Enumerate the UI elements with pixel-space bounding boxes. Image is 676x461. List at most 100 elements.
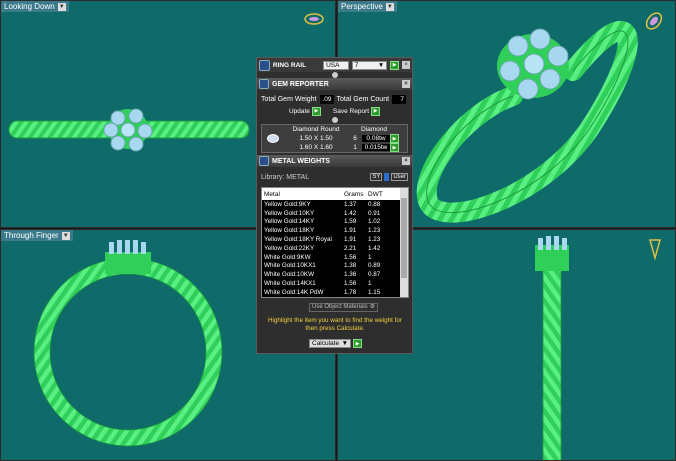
region-value: USA <box>326 61 340 69</box>
select-row-button[interactable]: ▶ <box>390 134 399 143</box>
ring-rail-panel[interactable]: RING RAIL USA 7 ▼ ▶ × GEM REPORTER × Tota… <box>256 57 413 354</box>
calculate-button[interactable]: ▶ <box>353 339 362 348</box>
calculate-hint: Highlight the item you want to find the … <box>267 317 403 332</box>
ring-gizmo-icon[interactable] <box>644 10 665 32</box>
metal-grams-cell: 1.91 <box>344 227 357 235</box>
gem-setting <box>105 240 151 274</box>
gem-count: 6 <box>353 135 357 142</box>
calculate-control[interactable]: Calculate ▼ ▶ <box>309 339 362 348</box>
metal-dwt-cell: 1.23 <box>368 227 381 235</box>
metal-dwt-cell: 0.89 <box>368 262 381 270</box>
metal-row[interactable]: White Gold:10KW 1.36 0.87 <box>262 270 408 279</box>
metal-grams-cell: 1.38 <box>344 262 357 270</box>
play-icon: ▶ <box>311 106 321 116</box>
gem-cluster <box>103 108 153 152</box>
metal-weights-header: METAL WEIGHTS × <box>257 155 412 167</box>
gem-size: 1.60 X 1.60 <box>299 144 333 151</box>
save-report-button[interactable]: Save Report ▶ <box>333 106 381 116</box>
metal-dwt-cell: 1.15 <box>368 288 381 296</box>
metal-grams-cell: 1.42 <box>344 209 357 217</box>
metal-grams-cell: 1.91 <box>344 236 357 244</box>
use-object-materials-label: Use Object Materials <box>312 304 368 310</box>
toggle-indicator <box>384 173 390 181</box>
metal-table-body: Yellow Gold:9KY 1.37 0.88 Yellow Gold:10KY 1… <box>262 200 408 297</box>
metal-dwt-cell: 0.87 <box>368 271 381 279</box>
metal-grams-cell: 2.21 <box>344 244 357 252</box>
metal-row[interactable]: Yellow Gold:18KY 1.91 1.23 <box>262 226 408 235</box>
grams-header[interactable]: Grams <box>342 191 365 198</box>
metal-row[interactable]: Yellow Gold:10KY 1.42 0.91 <box>262 209 408 218</box>
calculate-select[interactable]: Calculate ▼ <box>309 339 351 348</box>
metal-grams-cell: 1.78 <box>344 288 357 296</box>
metal-row[interactable]: White Gold:14KX1 1.56 1 <box>262 279 408 288</box>
scrollbar-thumb[interactable] <box>401 198 407 278</box>
ring-size-select[interactable]: 7 ▼ <box>351 60 388 70</box>
total-weight-label: Total Gem Weight <box>261 95 317 103</box>
play-icon: ▶ <box>371 106 381 116</box>
metal-row[interactable]: Yellow Gold:14KY 1.59 1.02 <box>262 218 408 227</box>
system-library-toggle[interactable]: SY <box>370 173 383 181</box>
metal-row[interactable]: White Gold:9KW 1.56 1 <box>262 253 408 262</box>
gem-row[interactable]: 1.60 X 1.60 1 0.015tw ▶ <box>262 143 407 152</box>
metal-dwt-cell: 1.02 <box>368 218 381 226</box>
metal-metal-cell: Yellow Gold:18KY Royal <box>264 236 332 244</box>
metal-table-scrollbar[interactable] <box>400 188 408 297</box>
metal-metal-cell: Yellow Gold:18KY <box>264 227 315 235</box>
gem-reporter-header: GEM REPORTER × <box>257 78 412 90</box>
gem-weight: 0.015tw <box>362 144 390 151</box>
chevron-down-icon: ▼ <box>341 340 348 347</box>
close-icon[interactable]: × <box>402 61 411 69</box>
metal-header[interactable]: Metal <box>262 191 342 198</box>
collapse-handle[interactable] <box>257 117 412 123</box>
apply-size-button[interactable]: ▶ <box>390 60 400 70</box>
collapse-icon <box>331 117 338 123</box>
gem-row[interactable]: 1.50 X 1.50 6 0.08tw ▶ <box>262 134 407 143</box>
total-count-value: 7 <box>392 94 407 104</box>
metal-metal-cell: White Gold:14KX1 <box>264 280 316 288</box>
metal-metal-cell: White Gold:10KW <box>264 271 315 279</box>
library-label: Library: METAL <box>261 173 310 181</box>
gem-totals: Total Gem Weight .09 Total Gem Count 7 <box>257 93 412 105</box>
gear-icon: ⚙ <box>369 304 376 310</box>
metal-metal-cell: Yellow Gold:9KY <box>264 200 311 208</box>
gem-reporter-title: GEM REPORTER <box>272 80 329 88</box>
metal-grams-cell: 1.37 <box>344 200 357 208</box>
ring-gizmo-icon[interactable] <box>649 239 661 261</box>
metal-row[interactable]: Yellow Gold:9KY 1.37 0.88 <box>262 200 408 209</box>
metal-row[interactable]: White Gold:10KX1 1.38 0.89 <box>262 262 408 271</box>
gem-material-header: Diamond <box>360 126 387 133</box>
metal-weights-title: METAL WEIGHTS <box>272 157 331 165</box>
gem-type-header: Diamond Round <box>292 126 340 133</box>
user-library-toggle[interactable]: User <box>391 173 408 181</box>
metal-table[interactable]: Metal Grams DWT Yellow Gold:9KY 1.37 0.88 Y… <box>261 187 409 298</box>
metal-dwt-cell: 1 <box>368 280 372 288</box>
metal-metal-cell: White Gold:10KX1 <box>264 262 316 270</box>
ring-gizmo-icon[interactable] <box>304 13 324 25</box>
dwt-header[interactable]: DWT <box>365 191 398 198</box>
metal-grams-cell: 1.36 <box>344 271 357 279</box>
metal-metal-cell: Yellow Gold:22KY <box>264 244 315 252</box>
update-button[interactable]: Update ▶ <box>288 106 321 116</box>
gem-table[interactable]: Diamond Round Diamond 1.50 X 1.50 6 0.08… <box>261 124 408 153</box>
collapse-icon <box>331 72 338 78</box>
use-object-materials-button[interactable]: Use Object Materials ⚙ <box>309 303 379 312</box>
metal-table-header: Metal Grams DWT <box>262 188 408 200</box>
gem-count: 1 <box>353 144 357 151</box>
close-icon[interactable]: × <box>402 157 410 165</box>
metal-row[interactable]: Yellow Gold:18KY Royal 1.91 1.23 <box>262 235 408 244</box>
region-select[interactable]: USA <box>323 60 349 70</box>
gem-cluster <box>497 28 569 100</box>
update-label: Update <box>288 107 310 115</box>
select-row-button[interactable]: ▶ <box>390 143 399 152</box>
metal-row[interactable]: Yellow Gold:22KY 2.21 1.42 <box>262 244 408 253</box>
close-icon[interactable]: × <box>402 80 410 88</box>
ring-size-value: 7 <box>354 61 359 69</box>
gem-actions: Update ▶ Save Report ▶ <box>257 105 412 117</box>
ring-icon <box>259 59 270 71</box>
chevron-down-icon: ▼ <box>377 61 385 69</box>
metal-row[interactable]: White Gold:14K PdW 1.78 1.15 <box>262 288 408 297</box>
metal-dwt-cell: 0.91 <box>368 209 381 217</box>
metal-metal-cell: Yellow Gold:10KY <box>264 209 315 217</box>
metal-metal-cell: Yellow Gold:14KY <box>264 218 315 226</box>
gem-icon <box>259 79 269 89</box>
